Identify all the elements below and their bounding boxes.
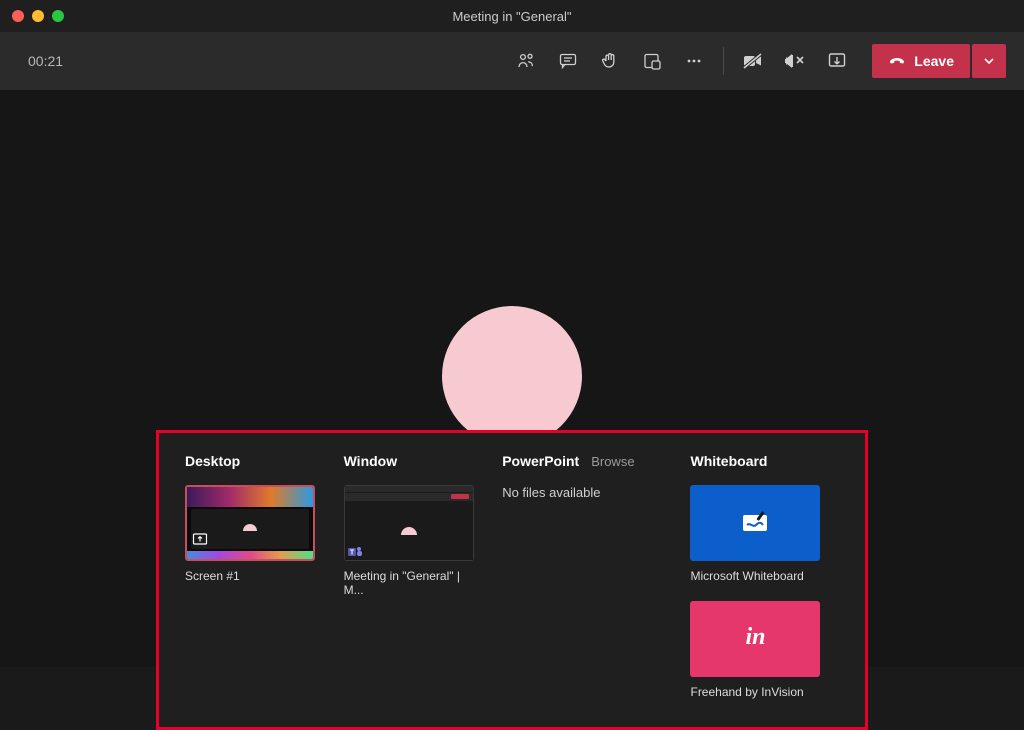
share-ms-whiteboard[interactable]	[690, 485, 820, 561]
raise-hand-button[interactable]	[589, 40, 631, 82]
ms-whiteboard-caption: Microsoft Whiteboard	[690, 569, 839, 583]
window-title: Meeting in "General"	[0, 9, 1024, 24]
meeting-toolbar: 00:21	[0, 32, 1024, 90]
share-tray-button[interactable]	[816, 40, 858, 82]
leave-label: Leave	[914, 53, 954, 69]
desktop-thumb-preview	[187, 487, 313, 559]
whiteboard-icon	[739, 507, 771, 539]
share-heading-desktop: Desktop	[185, 453, 324, 469]
window-controls	[12, 10, 64, 22]
window-titlebar: Meeting in "General"	[0, 0, 1024, 32]
share-col-whiteboard: Whiteboard Microsoft Whiteboard in	[690, 453, 839, 707]
leave-button[interactable]: Leave	[872, 44, 970, 78]
svg-text:T: T	[349, 550, 354, 557]
minimize-icon[interactable]	[32, 10, 44, 22]
share-col-powerpoint: PowerPoint Browse No files available	[502, 453, 670, 707]
meeting-timer: 00:21	[28, 53, 63, 69]
share-col-desktop: Desktop Screen #1	[185, 453, 324, 707]
share-desktop-caption: Screen #1	[185, 569, 324, 583]
share-heading-whiteboard: Whiteboard	[690, 453, 839, 469]
share-panel: Desktop Screen #1 Window	[156, 430, 868, 730]
camera-off-button[interactable]	[732, 40, 774, 82]
hangup-icon	[888, 52, 906, 70]
share-desktop-screen1[interactable]	[185, 485, 315, 561]
chevron-down-icon	[983, 55, 995, 67]
more-actions-button[interactable]	[673, 40, 715, 82]
invision-caption: Freehand by InVision	[690, 685, 839, 699]
invision-icon: in	[745, 624, 765, 655]
share-screen-icon	[191, 531, 209, 549]
leave-options-button[interactable]	[972, 44, 1006, 78]
share-heading-powerpoint: PowerPoint	[502, 453, 579, 469]
window-thumb-preview: T	[344, 485, 474, 561]
share-heading-window: Window	[344, 453, 483, 469]
breakout-rooms-button[interactable]	[631, 40, 673, 82]
share-window-caption: Meeting in "General" | M...	[344, 569, 483, 597]
fullscreen-icon[interactable]	[52, 10, 64, 22]
powerpoint-no-files: No files available	[502, 485, 670, 500]
close-icon[interactable]	[12, 10, 24, 22]
share-col-window: Window T Meeting in "General" | M...	[344, 453, 483, 707]
meeting-stage: Desktop Screen #1 Window	[0, 90, 1024, 667]
share-invision-freehand[interactable]: in	[690, 601, 820, 677]
avatar	[442, 306, 582, 446]
chat-button[interactable]	[547, 40, 589, 82]
powerpoint-browse-link[interactable]: Browse	[591, 454, 634, 469]
toolbar-divider	[723, 47, 724, 75]
participants-button[interactable]	[505, 40, 547, 82]
share-window-item[interactable]: T	[344, 485, 474, 561]
teams-icon: T	[347, 544, 363, 560]
mic-muted-button[interactable]	[774, 40, 816, 82]
